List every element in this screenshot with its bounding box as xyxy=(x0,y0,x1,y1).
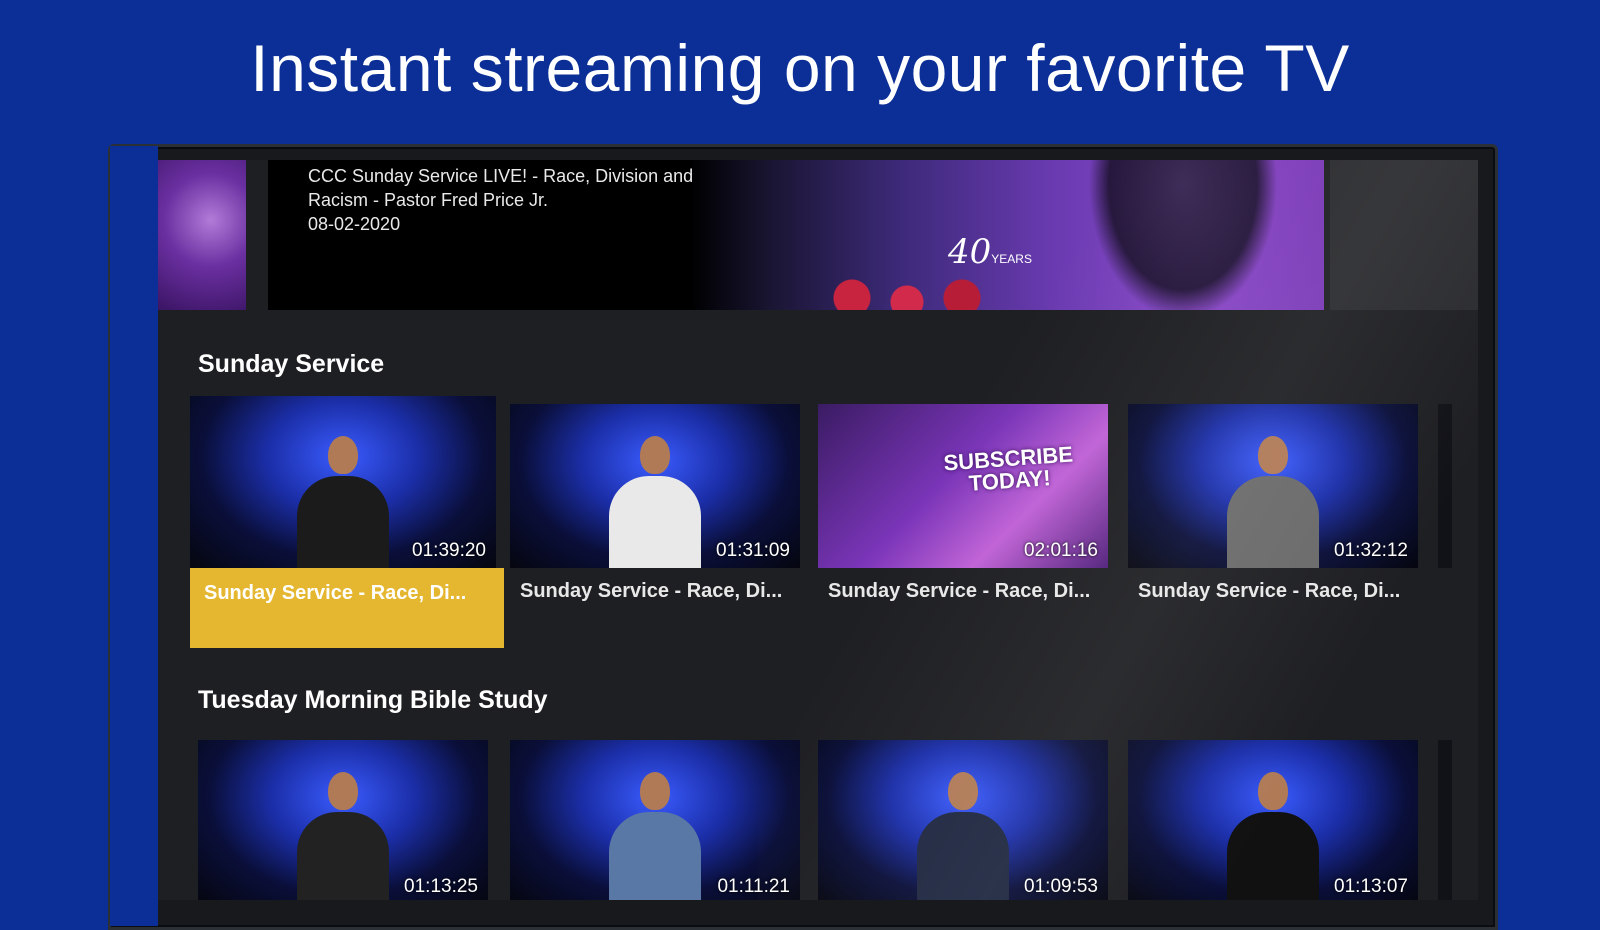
speaker-image xyxy=(293,428,393,568)
video-thumbnail: 01:09:53 xyxy=(818,740,1108,900)
video-duration: 01:09:53 xyxy=(1024,876,1098,897)
banner-flowers-graphic xyxy=(808,278,1028,310)
video-card[interactable]: 01:11:21 xyxy=(510,740,800,900)
video-card[interactable]: 01:13:07 xyxy=(1128,740,1418,900)
video-thumbnail: 01:13:25 xyxy=(198,740,488,900)
video-card[interactable]: 01:31:09 Sunday Service - Race, Di... xyxy=(510,404,800,610)
video-duration: 01:39:20 xyxy=(412,540,486,561)
video-card[interactable]: 01:09:53 xyxy=(818,740,1108,900)
video-title: Sunday Service - Race, Di... xyxy=(520,580,783,602)
video-duration: 01:31:09 xyxy=(716,540,790,561)
video-thumbnail: 01:13:07 xyxy=(1128,740,1418,900)
banner-text: CCC Sunday Service LIVE! - Race, Divisio… xyxy=(308,164,698,236)
video-thumbnail: 01:32:12 xyxy=(1128,404,1418,568)
video-duration: 01:11:21 xyxy=(717,876,790,897)
anniversary-logo: 40YEARS xyxy=(948,232,1032,272)
video-thumbnail: 01:31:09 xyxy=(510,404,800,568)
featured-banner: CCC Sunday Service LIVE! - Race, Divisio… xyxy=(158,160,1478,310)
video-thumbnail: 01:39:20 xyxy=(190,396,496,568)
speaker-image xyxy=(293,764,393,900)
headline: Instant streaming on your favorite TV xyxy=(250,31,1350,105)
video-title: Sunday Service - Race, Di... xyxy=(828,580,1091,602)
banner-pastor-image xyxy=(1088,160,1278,310)
row-title-bible-study: Tuesday Morning Bible Study xyxy=(198,686,548,714)
tv-screen: CCC Sunday Service LIVE! - Race, Divisio… xyxy=(158,160,1478,900)
video-duration: 01:32:12 xyxy=(1334,540,1408,561)
banner-date: 08-02-2020 xyxy=(308,214,401,234)
speaker-image xyxy=(913,764,1013,900)
video-card[interactable]: 01:32:12 Sunday Service - Race, Di... xyxy=(1128,404,1418,610)
video-card-partial[interactable] xyxy=(1438,404,1452,568)
video-duration: 01:13:25 xyxy=(404,876,478,897)
speaker-image xyxy=(605,428,705,568)
video-card[interactable]: 01:13:25 xyxy=(198,740,488,900)
tv-bezel-left xyxy=(110,146,158,926)
video-card-partial[interactable] xyxy=(1438,740,1452,900)
video-card[interactable]: SUBSCRIBE TODAY! 02:01:16 Sunday Service… xyxy=(818,404,1108,610)
video-thumbnail: 01:11:21 xyxy=(510,740,800,900)
video-title: Sunday Service - Race, Di... xyxy=(190,568,504,648)
banner-previous-thumbnail[interactable] xyxy=(158,160,246,310)
speaker-image xyxy=(1223,764,1323,900)
video-title: Sunday Service - Race, Di... xyxy=(1138,580,1401,602)
subscribe-promo-text: SUBSCRIBE TODAY! xyxy=(942,441,1074,496)
video-duration: 02:01:16 xyxy=(1024,540,1098,561)
speaker-image xyxy=(1223,428,1323,568)
banner-title: CCC Sunday Service LIVE! - Race, Divisio… xyxy=(308,166,694,210)
speaker-image xyxy=(605,764,705,900)
video-card[interactable]: 01:39:20 Sunday Service - Race, Di... xyxy=(190,396,504,648)
banner-next-thumbnail[interactable] xyxy=(1330,160,1478,310)
video-thumbnail: SUBSCRIBE TODAY! 02:01:16 xyxy=(818,404,1108,568)
banner-featured-item[interactable]: CCC Sunday Service LIVE! - Race, Divisio… xyxy=(268,160,1324,310)
video-duration: 01:13:07 xyxy=(1334,876,1408,897)
row-title-sunday-service: Sunday Service xyxy=(198,350,385,378)
